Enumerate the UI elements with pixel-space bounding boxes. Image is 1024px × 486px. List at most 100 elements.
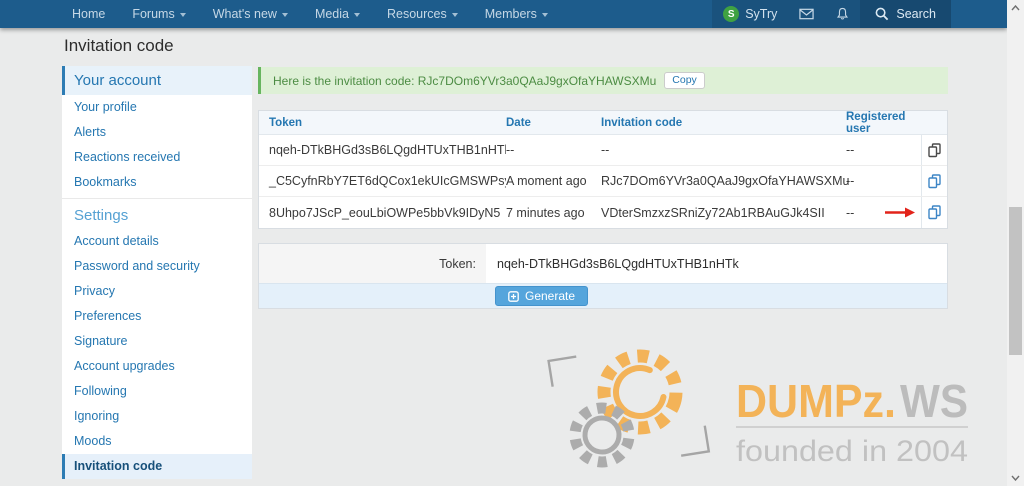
chevron-down-icon	[542, 13, 548, 17]
chevron-down-icon	[452, 13, 458, 17]
scrollbar-thumb[interactable]	[1009, 207, 1022, 355]
table-header-row: Token Date Invitation code Registered us…	[259, 111, 947, 135]
sidebar-header-your-account[interactable]: Your account	[62, 66, 252, 95]
red-arrow-annotation	[885, 207, 915, 221]
column-header-token: Token	[259, 117, 506, 129]
dumpz-watermark: DUMPz. WS founded in 2004	[540, 343, 980, 481]
account-sidebar: Your account Your profile Alerts Reactio…	[62, 66, 252, 479]
bell-icon	[836, 7, 849, 21]
sidebar-item-following[interactable]: Following	[62, 379, 252, 404]
nav-item-label: Resources	[387, 7, 447, 21]
sidebar-header-settings: Settings	[62, 202, 252, 229]
generate-button-label: Generate	[525, 289, 575, 303]
scroll-up-button[interactable]	[1007, 0, 1024, 16]
main-menu: Home Forums What's new Media Resources M…	[72, 0, 548, 28]
crop-corner-icon	[677, 426, 709, 456]
table-row: nqeh-DTkBHGd3sB6LQgdHTUxTHB1nHTk -- -- -…	[259, 135, 947, 166]
search-button[interactable]: Search	[860, 0, 951, 28]
banner-text: Here is the invitation code: RJc7DOm6YVr…	[273, 74, 656, 88]
crop-corner-icon	[549, 357, 581, 387]
sidebar-item-signature[interactable]: Signature	[62, 329, 252, 354]
watermark-tagline: founded in 2004	[736, 435, 968, 468]
chevron-down-icon	[1011, 475, 1020, 481]
envelope-icon	[799, 8, 814, 20]
sidebar-item-password-and-security[interactable]: Password and security	[62, 254, 252, 279]
copy-token-button[interactable]	[921, 166, 947, 196]
gear-icon	[597, 349, 682, 434]
form-button-bar: Generate	[259, 283, 947, 308]
nav-item-resources[interactable]: Resources	[387, 7, 458, 21]
nav-item-home[interactable]: Home	[72, 7, 105, 21]
screen: Home Forums What's new Media Resources M…	[0, 0, 1024, 486]
copy-icon	[928, 143, 941, 158]
copy-icon	[928, 174, 941, 189]
user-menu[interactable]: S SyTry	[712, 0, 788, 28]
banner-copy-button[interactable]: Copy	[664, 72, 705, 89]
token-value-field: nqeh-DTkBHGd3sB6LQgdHTUxTHB1nHTk	[486, 244, 947, 283]
generate-token-form: Token: nqeh-DTkBHGd3sB6LQgdHTUxTHB1nHTk …	[258, 243, 948, 309]
token-cell: 8Uhpo7JScP_eouLbiOWPe5bbVk9IDyN5	[259, 206, 506, 220]
chevron-down-icon	[282, 13, 288, 17]
copy-token-button[interactable]	[921, 135, 947, 165]
sidebar-item-preferences[interactable]: Preferences	[62, 304, 252, 329]
search-label: Search	[896, 7, 936, 21]
username: SyTry	[745, 7, 777, 21]
sidebar-item-ignoring[interactable]: Ignoring	[62, 404, 252, 429]
token-label: Token:	[259, 244, 486, 283]
sidebar-item-invitation-code[interactable]: Invitation code	[62, 454, 252, 479]
tokens-table: Token Date Invitation code Registered us…	[258, 110, 948, 229]
chevron-up-icon	[1011, 5, 1020, 11]
table-row: _C5CyfnRbY7ET6dQCox1ekUIcGMSWPsy A momen…	[259, 166, 947, 197]
token-form-row: Token: nqeh-DTkBHGd3sB6LQgdHTUxTHB1nHTk	[259, 244, 947, 283]
invitation-code-banner: Here is the invitation code: RJc7DOm6YVr…	[258, 67, 948, 94]
nav-item-members[interactable]: Members	[485, 7, 548, 21]
sidebar-item-account-upgrades[interactable]: Account upgrades	[62, 354, 252, 379]
top-navbar: Home Forums What's new Media Resources M…	[0, 0, 1007, 28]
nav-item-label: Media	[315, 7, 349, 21]
copy-token-button[interactable]	[921, 197, 947, 228]
nav-item-label: Members	[485, 7, 537, 21]
sidebar-item-bookmarks[interactable]: Bookmarks	[62, 170, 252, 195]
nav-item-label: Forums	[132, 7, 174, 21]
column-header-registered-user: Registered user	[846, 111, 921, 135]
chevron-down-icon	[180, 13, 186, 17]
page-title: Invitation code	[64, 36, 174, 56]
sidebar-item-moods[interactable]: Moods	[62, 429, 252, 454]
invitation-code-cell: --	[601, 143, 846, 157]
invitation-code-cell: RJc7DOm6YVr3a0QAaJ9gxOfaYHAWSXMu	[601, 174, 846, 188]
registered-user-cell: --	[846, 143, 921, 157]
column-header-date: Date	[506, 117, 601, 129]
copy-icon	[928, 205, 941, 220]
arrow-right-icon	[885, 207, 915, 218]
nav-item-media[interactable]: Media	[315, 7, 360, 21]
sidebar-item-your-profile[interactable]: Your profile	[62, 95, 252, 120]
navbar-right-cluster: S SyTry Search	[712, 0, 951, 28]
date-cell: A moment ago	[506, 174, 601, 188]
nav-item-label: Home	[72, 7, 105, 21]
token-cell: nqeh-DTkBHGd3sB6LQgdHTUxTHB1nHTk	[259, 143, 506, 157]
table-row: 8Uhpo7JScP_eouLbiOWPe5bbVk9IDyN5 7 minut…	[259, 197, 947, 228]
registered-user-cell: --	[846, 174, 921, 188]
watermark-brand-primary: DUMPz.	[736, 375, 896, 427]
sidebar-divider	[62, 198, 252, 199]
gear-icon	[572, 405, 633, 466]
sidebar-item-reactions-received[interactable]: Reactions received	[62, 145, 252, 170]
conversations-button[interactable]	[788, 0, 825, 28]
date-cell: --	[506, 143, 601, 157]
watermark-brand-secondary: WS	[900, 375, 968, 427]
avatar: S	[723, 6, 739, 22]
page-scrollbar[interactable]	[1007, 0, 1024, 486]
alerts-button[interactable]	[825, 0, 860, 28]
column-header-invitation-code: Invitation code	[601, 117, 846, 129]
sidebar-item-privacy[interactable]: Privacy	[62, 279, 252, 304]
token-cell: _C5CyfnRbY7ET6dQCox1ekUIcGMSWPsy	[259, 174, 506, 188]
sidebar-item-account-details[interactable]: Account details	[62, 229, 252, 254]
chevron-down-icon	[354, 13, 360, 17]
generate-button[interactable]: Generate	[495, 286, 588, 306]
nav-item-forums[interactable]: Forums	[132, 7, 185, 21]
scroll-down-button[interactable]	[1007, 470, 1024, 486]
nav-item-whats-new[interactable]: What's new	[213, 7, 288, 21]
date-cell: 7 minutes ago	[506, 206, 601, 220]
sidebar-item-alerts[interactable]: Alerts	[62, 120, 252, 145]
search-icon	[875, 7, 889, 21]
